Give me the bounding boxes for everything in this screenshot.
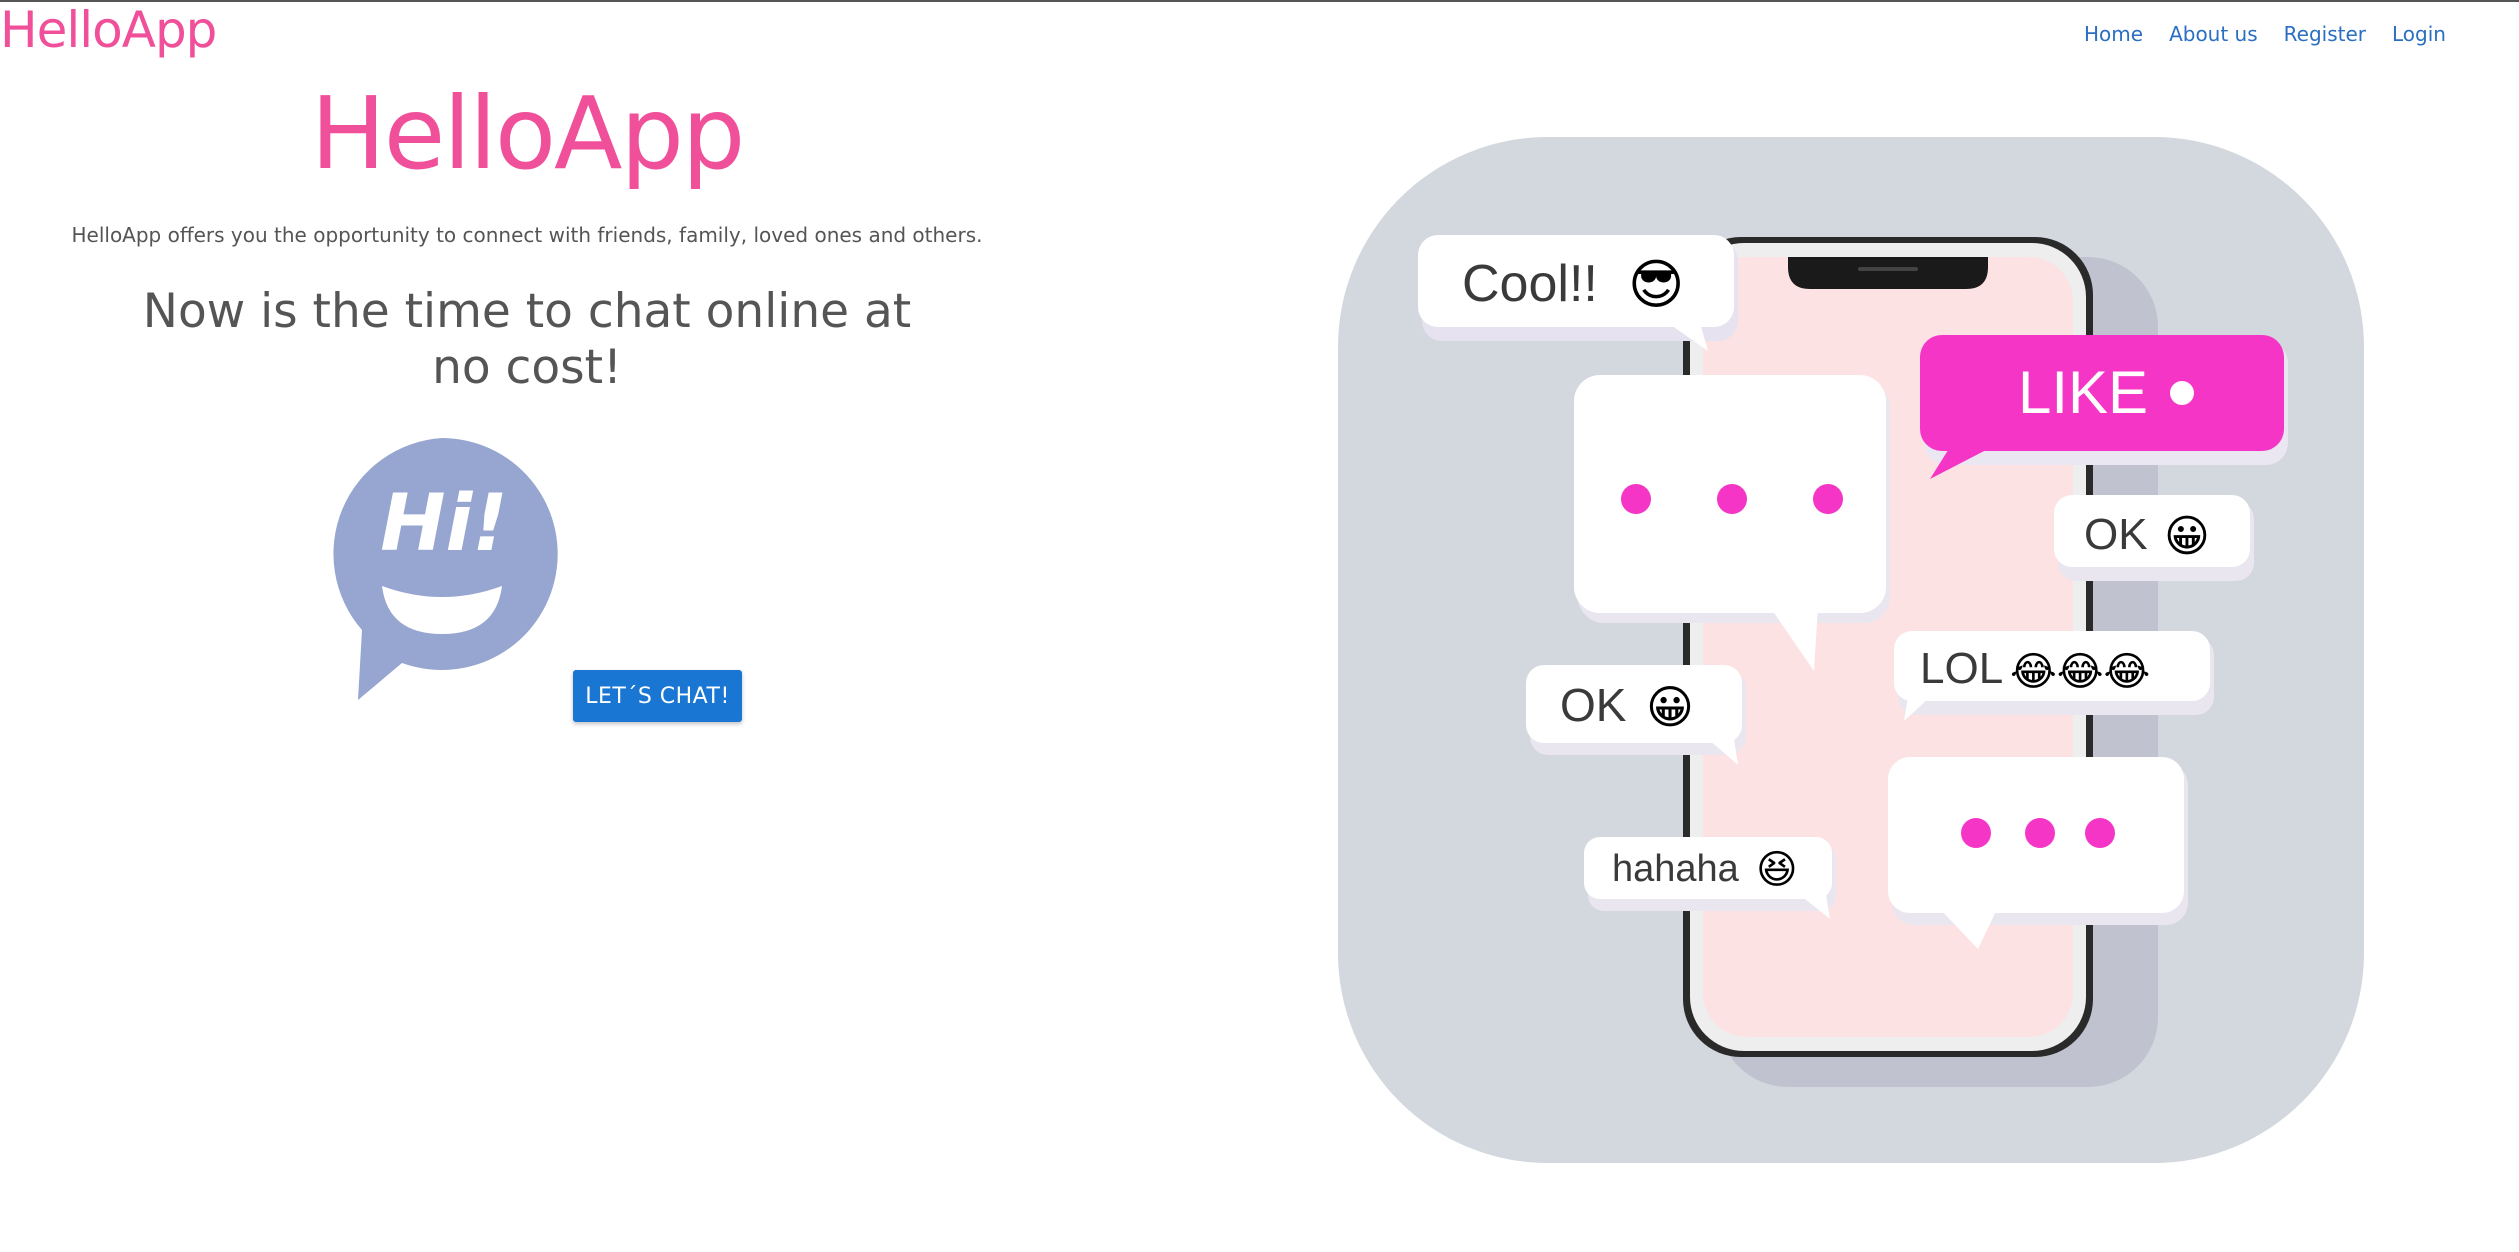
ok-left-emoji-icon: 😀 xyxy=(1646,681,1694,733)
typing-bubble-small xyxy=(1888,757,2188,949)
typing-dot-icon xyxy=(1621,484,1651,514)
like-bubble-text: LIKE xyxy=(2018,359,2148,426)
lol-bubble-text: LOL xyxy=(1920,644,2003,693)
typing-dot-icon xyxy=(1813,484,1843,514)
lets-chat-button[interactable]: LET´S CHAT! xyxy=(573,670,742,722)
ok-bubble-right: OK 😀 xyxy=(2054,495,2254,581)
hero-description: HelloApp offers you the opportunity to c… xyxy=(71,223,983,247)
nav-link-login[interactable]: Login xyxy=(2392,20,2446,48)
cool-bubble-text: Cool!! xyxy=(1462,255,1598,313)
chat-phone-illustration: Cool!! 😎 LIKE OK 😀 LOL 😂😂😂 OK 😀 hahaha 😆 xyxy=(1338,137,2364,1163)
like-dot-icon xyxy=(2170,381,2194,405)
ok-right-bubble-text: OK xyxy=(2084,510,2148,559)
hi-speech-bubble-icon: Hi! xyxy=(326,438,558,702)
ok-bubble-left: OK 😀 xyxy=(1526,665,1746,765)
nav-link-register[interactable]: Register xyxy=(2284,20,2366,48)
main-nav: Home About us Register Login xyxy=(2084,20,2472,48)
nav-link-about-us[interactable]: About us xyxy=(2169,20,2258,48)
brand-logo-link[interactable]: HelloApp xyxy=(0,2,217,58)
hahaha-bubble-text: hahaha xyxy=(1612,848,1740,890)
hero-tagline: Now is the time to chat online at no cos… xyxy=(142,284,912,395)
typing-dot-icon xyxy=(2025,818,2055,848)
hero-title: HelloApp xyxy=(310,75,746,192)
ok-right-emoji-icon: 😀 xyxy=(2164,512,2210,561)
typing-dot-icon xyxy=(2085,818,2115,848)
like-bubble: LIKE xyxy=(1920,335,2288,479)
lol-bubble: LOL 😂😂😂 xyxy=(1894,631,2214,721)
lol-emoji-icon: 😂😂😂 xyxy=(2010,650,2150,694)
cool-bubble: Cool!! 😎 xyxy=(1418,235,1738,351)
nav-link-home[interactable]: Home xyxy=(2084,20,2143,48)
ok-left-bubble-text: OK xyxy=(1560,679,1627,731)
top-border xyxy=(0,0,2519,2)
hi-bubble-text: Hi! xyxy=(380,479,508,569)
hahaha-emoji-icon: 😆 xyxy=(1756,848,1798,892)
hahaha-bubble: hahaha 😆 xyxy=(1584,837,1836,919)
typing-dot-icon xyxy=(1961,818,1991,848)
phone-notch xyxy=(1788,257,1988,289)
cool-emoji-icon: 😎 xyxy=(1628,255,1684,315)
typing-dot-icon xyxy=(1717,484,1747,514)
